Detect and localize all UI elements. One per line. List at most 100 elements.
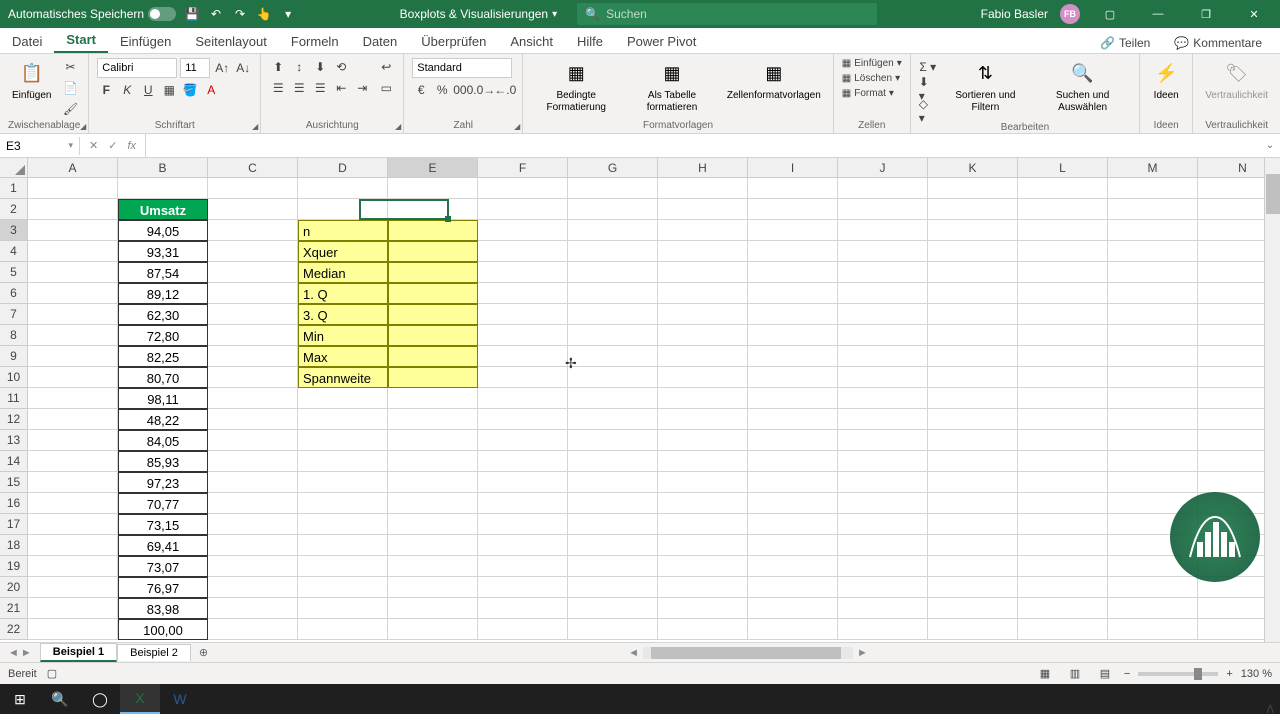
cell-J7[interactable] — [838, 304, 928, 325]
cell-E19[interactable] — [388, 556, 478, 577]
cell-E15[interactable] — [388, 472, 478, 493]
cell-H3[interactable] — [658, 220, 748, 241]
cell-G5[interactable] — [568, 262, 658, 283]
cell-G17[interactable] — [568, 514, 658, 535]
cell-J1[interactable] — [838, 178, 928, 199]
tab-hilfe[interactable]: Hilfe — [565, 30, 615, 53]
cell-K4[interactable] — [928, 241, 1018, 262]
cell-G3[interactable] — [568, 220, 658, 241]
cell-E17[interactable] — [388, 514, 478, 535]
underline-icon[interactable]: U — [139, 81, 157, 99]
cell-J3[interactable] — [838, 220, 928, 241]
cell-G11[interactable] — [568, 388, 658, 409]
cell-L7[interactable] — [1018, 304, 1108, 325]
cell-D10[interactable]: Spannweite — [298, 367, 388, 388]
spreadsheet-grid[interactable]: ABCDEFGHIJKLMN 1234567891011121314151617… — [0, 158, 1280, 642]
col-header-G[interactable]: G — [568, 158, 658, 178]
doc-dropdown-icon[interactable]: ▾ — [552, 9, 557, 20]
normal-view-icon[interactable]: ▦ — [1034, 665, 1056, 683]
cell-E2[interactable] — [388, 199, 478, 220]
cell-D15[interactable] — [298, 472, 388, 493]
cell-H8[interactable] — [658, 325, 748, 346]
increase-decimal-icon[interactable]: .0→ — [475, 81, 493, 99]
cell-L5[interactable] — [1018, 262, 1108, 283]
cell-M7[interactable] — [1108, 304, 1198, 325]
row-header-4[interactable]: 4 — [0, 241, 28, 262]
cell-K22[interactable] — [928, 619, 1018, 640]
cell-K12[interactable] — [928, 409, 1018, 430]
col-header-K[interactable]: K — [928, 158, 1018, 178]
user-avatar[interactable]: FB — [1060, 4, 1080, 24]
cell-H7[interactable] — [658, 304, 748, 325]
cell-A19[interactable] — [28, 556, 118, 577]
cell-B20[interactable]: 76,97 — [118, 577, 208, 598]
cell-J9[interactable] — [838, 346, 928, 367]
cell-G12[interactable] — [568, 409, 658, 430]
row-header-6[interactable]: 6 — [0, 283, 28, 304]
cell-A22[interactable] — [28, 619, 118, 640]
cell-K8[interactable] — [928, 325, 1018, 346]
excel-taskbar-icon[interactable]: X — [120, 684, 160, 714]
save-icon[interactable]: 💾 — [184, 6, 200, 22]
comma-icon[interactable]: 000 — [454, 81, 472, 99]
cell-E6[interactable] — [388, 283, 478, 304]
cell-E8[interactable] — [388, 325, 478, 346]
col-header-A[interactable]: A — [28, 158, 118, 178]
cell-C13[interactable] — [208, 430, 298, 451]
border-icon[interactable]: ▦ — [160, 81, 178, 99]
cell-D8[interactable]: Min — [298, 325, 388, 346]
cell-K11[interactable] — [928, 388, 1018, 409]
cell-L16[interactable] — [1018, 493, 1108, 514]
cell-H10[interactable] — [658, 367, 748, 388]
cell-B3[interactable]: 94,05 — [118, 220, 208, 241]
cell-G6[interactable] — [568, 283, 658, 304]
ideas-button[interactable]: ⚡ Ideen — [1148, 58, 1184, 104]
cell-C2[interactable] — [208, 199, 298, 220]
col-header-B[interactable]: B — [118, 158, 208, 178]
cell-A1[interactable] — [28, 178, 118, 199]
sheet-tab-2[interactable]: Beispiel 2 — [117, 644, 191, 661]
delete-cells-button[interactable]: ▦ Löschen ▾ — [842, 73, 902, 84]
cell-I18[interactable] — [748, 535, 838, 556]
cell-E13[interactable] — [388, 430, 478, 451]
cell-M13[interactable] — [1108, 430, 1198, 451]
enter-formula-icon[interactable]: ✓ — [105, 139, 120, 152]
cell-D17[interactable] — [298, 514, 388, 535]
align-center-icon[interactable]: ☰ — [290, 79, 308, 97]
cell-C10[interactable] — [208, 367, 298, 388]
start-button[interactable]: ⊞ — [0, 684, 40, 714]
cell-K13[interactable] — [928, 430, 1018, 451]
cell-J6[interactable] — [838, 283, 928, 304]
cell-F4[interactable] — [478, 241, 568, 262]
number-launcher[interactable]: ◢ — [514, 122, 520, 131]
cell-F15[interactable] — [478, 472, 568, 493]
cell-D18[interactable] — [298, 535, 388, 556]
cell-G2[interactable] — [568, 199, 658, 220]
cell-A9[interactable] — [28, 346, 118, 367]
cell-D1[interactable] — [298, 178, 388, 199]
cell-I4[interactable] — [748, 241, 838, 262]
cell-E4[interactable] — [388, 241, 478, 262]
cell-F11[interactable] — [478, 388, 568, 409]
currency-icon[interactable]: € — [412, 81, 430, 99]
cell-M14[interactable] — [1108, 451, 1198, 472]
cell-M22[interactable] — [1108, 619, 1198, 640]
cell-M5[interactable] — [1108, 262, 1198, 283]
cell-F8[interactable] — [478, 325, 568, 346]
insert-cells-button[interactable]: ▦ Einfügen ▾ — [842, 58, 902, 69]
cell-C7[interactable] — [208, 304, 298, 325]
search-taskbar-icon[interactable]: 🔍 — [40, 684, 80, 714]
cancel-formula-icon[interactable]: ✕ — [86, 139, 101, 152]
cell-C20[interactable] — [208, 577, 298, 598]
cell-J2[interactable] — [838, 199, 928, 220]
cell-C19[interactable] — [208, 556, 298, 577]
cell-B22[interactable]: 100,00 — [118, 619, 208, 640]
wrap-text-icon[interactable]: ↩ — [377, 58, 395, 76]
comments-button[interactable]: 💬 Kommentare — [1164, 33, 1272, 53]
cell-H18[interactable] — [658, 535, 748, 556]
cell-B14[interactable]: 85,93 — [118, 451, 208, 472]
cell-A16[interactable] — [28, 493, 118, 514]
cell-C4[interactable] — [208, 241, 298, 262]
cell-B5[interactable]: 87,54 — [118, 262, 208, 283]
sheet-tab-1[interactable]: Beispiel 1 — [40, 643, 117, 662]
